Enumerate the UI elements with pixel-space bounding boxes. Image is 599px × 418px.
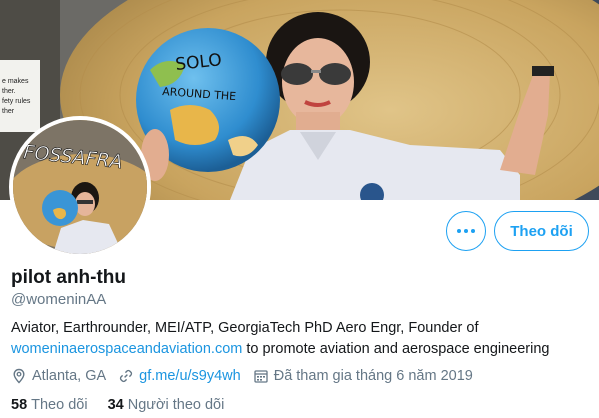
bio-tail: to promote aviation and aerospace engine… xyxy=(242,341,550,357)
svg-text:e makes: e makes xyxy=(2,78,29,85)
joined-text: Đã tham gia tháng 6 năm 2019 xyxy=(273,368,473,384)
svg-text:ther.: ther. xyxy=(2,88,16,95)
location-pin-icon xyxy=(13,368,25,384)
more-options-button[interactable] xyxy=(446,211,486,251)
location-text: Atlanta, GA xyxy=(32,368,107,384)
bio-link[interactable]: womeninaerospaceandaviation.com xyxy=(11,341,242,357)
more-dot xyxy=(471,229,475,233)
following-stat[interactable]: 58 Theo dõi xyxy=(11,397,88,413)
banner-sign: e makes ther. fety rules ther xyxy=(0,60,40,132)
link-icon xyxy=(120,369,133,383)
profile-bio: Aviator, Earthrounder, MEI/ATP, GeorgiaT… xyxy=(11,318,591,360)
profile-name: pilot anh-thu xyxy=(11,267,127,288)
followers-stat[interactable]: 34 Người theo dõi xyxy=(108,397,225,413)
svg-text:ther: ther xyxy=(2,108,15,115)
more-dots-icon xyxy=(457,229,461,233)
website-link[interactable]: gf.me/u/s9y4wh xyxy=(139,368,241,384)
profile-stats: 58 Theo dõi 34 Người theo dõi xyxy=(11,397,244,413)
more-dot xyxy=(464,229,468,233)
calendar-icon xyxy=(254,370,268,383)
followers-label: Người theo dõi xyxy=(127,397,225,413)
follow-button[interactable]: Theo dõi xyxy=(494,211,589,251)
profile-avatar[interactable]: FOSSAFRA xyxy=(9,116,151,258)
bio-text: Aviator, Earthrounder, MEI/ATP, GeorgiaT… xyxy=(11,320,479,336)
svg-text:fety rules: fety rules xyxy=(2,98,31,105)
profile-handle: @womeninAA xyxy=(11,291,107,308)
location-item: Atlanta, GA xyxy=(11,368,106,384)
website-item[interactable]: gf.me/u/s9y4wh xyxy=(118,368,241,384)
followers-count: 34 xyxy=(107,397,124,413)
following-label: Theo dõi xyxy=(31,397,88,413)
profile-meta: Atlanta, GA gf.me/u/s9y4wh Đã tham gia t… xyxy=(11,368,485,384)
following-count: 58 xyxy=(11,397,28,413)
joined-item: Đã tham gia tháng 6 năm 2019 xyxy=(253,368,473,384)
avatar-photo: FOSSAFRA xyxy=(13,120,147,254)
